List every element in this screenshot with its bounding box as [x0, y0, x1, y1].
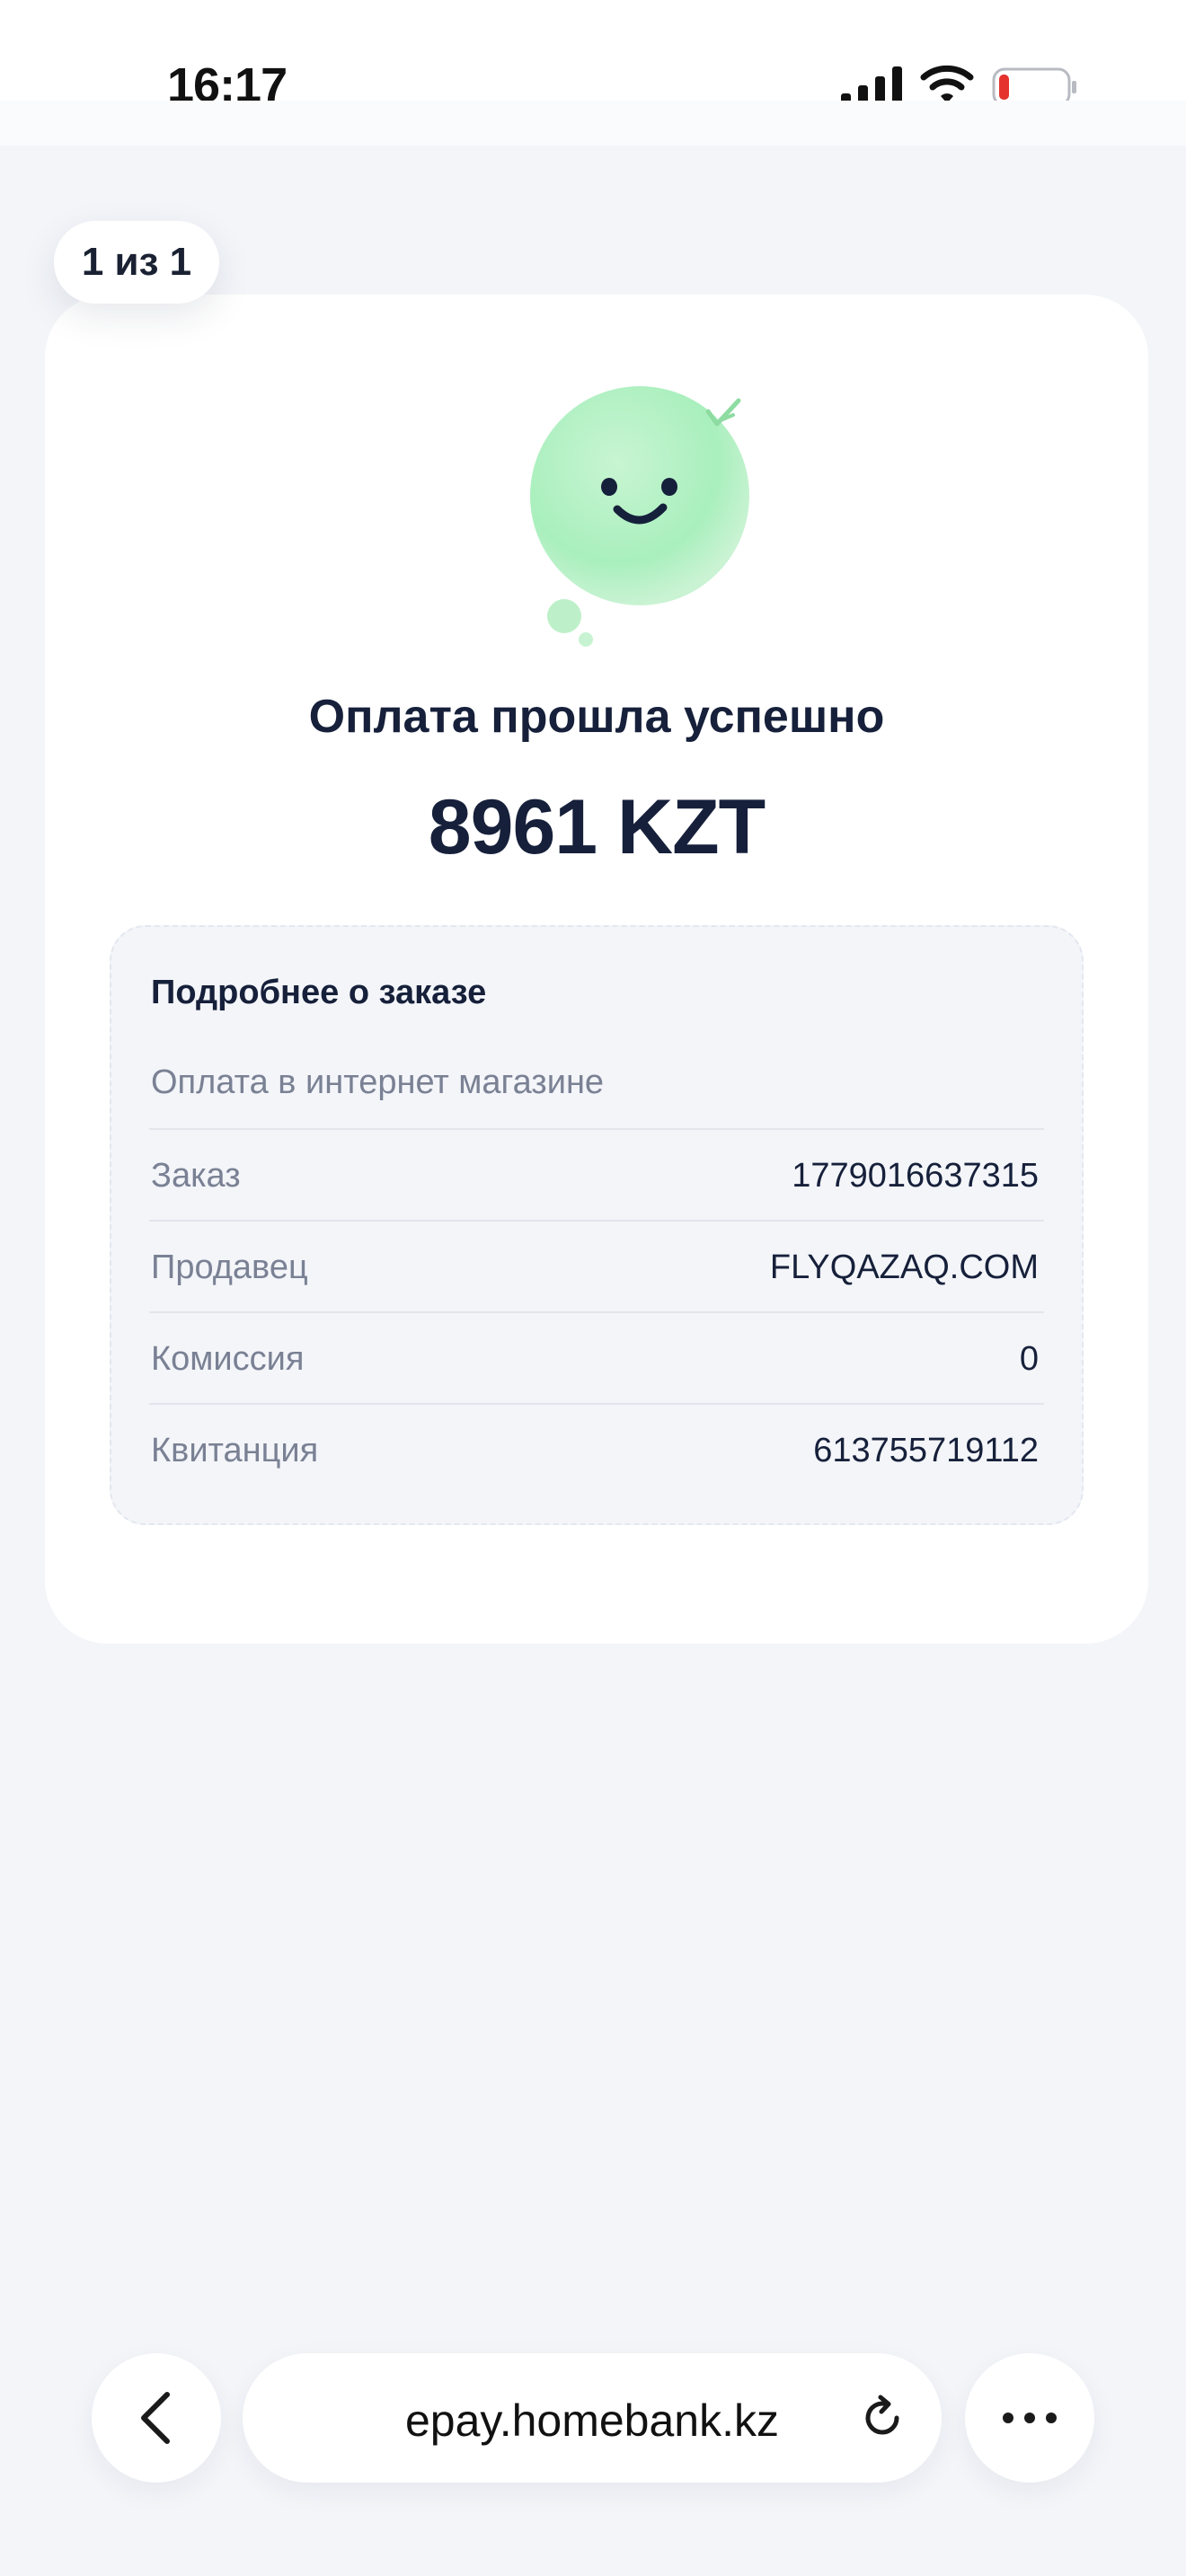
wifi-icon: [920, 65, 974, 103]
payment-success-title: Оплата прошла успешно: [308, 691, 885, 743]
back-icon: [141, 2392, 170, 2444]
seller-value: FLYQAZAQ.COM: [769, 1248, 1039, 1286]
detail-label: Квитанция: [151, 1432, 319, 1469]
back-button[interactable]: [92, 2353, 221, 2483]
detail-row-seller: Продавец FLYQAZAQ.COM: [149, 1220, 1044, 1310]
detail-label: Заказ: [151, 1157, 241, 1195]
more-options-button[interactable]: [965, 2353, 1094, 2483]
status-divider: [0, 101, 1186, 146]
more-icon: [1003, 2413, 1057, 2423]
url-text: epay.homebank.kz: [405, 2395, 779, 2446]
detail-label: Продавец: [151, 1248, 308, 1286]
commission-value: 0: [1019, 1340, 1039, 1378]
reload-icon[interactable]: [859, 2395, 906, 2441]
order-details-panel: Подробнее о заказе Оплата в интернет маг…: [110, 925, 1084, 1525]
receipt-card: Оплата прошла успешно 8961 KZT Подробнее…: [45, 295, 1148, 1644]
payment-amount: 8961 KZT: [428, 784, 766, 870]
order-type-label: Оплата в интернет магазине: [151, 1063, 605, 1101]
order-number-value: 1779016637315: [792, 1157, 1039, 1195]
detail-row-commission: Комиссия 0: [149, 1311, 1044, 1401]
detail-label: Комиссия: [151, 1340, 305, 1378]
page-counter-badge: 1 из 1: [54, 221, 219, 304]
status-bar: 16:17: [0, 0, 1186, 112]
order-details-heading: Подробнее о заказе: [151, 974, 487, 1011]
receipt-number-value: 613755719112: [813, 1432, 1039, 1469]
detail-row-receipt: Квитанция 613755719112: [149, 1403, 1044, 1493]
smiling-success-mascot-icon: [530, 386, 749, 647]
detail-row-order: Заказ 1779016637315: [149, 1128, 1044, 1218]
address-bar[interactable]: epay.homebank.kz: [243, 2353, 942, 2483]
